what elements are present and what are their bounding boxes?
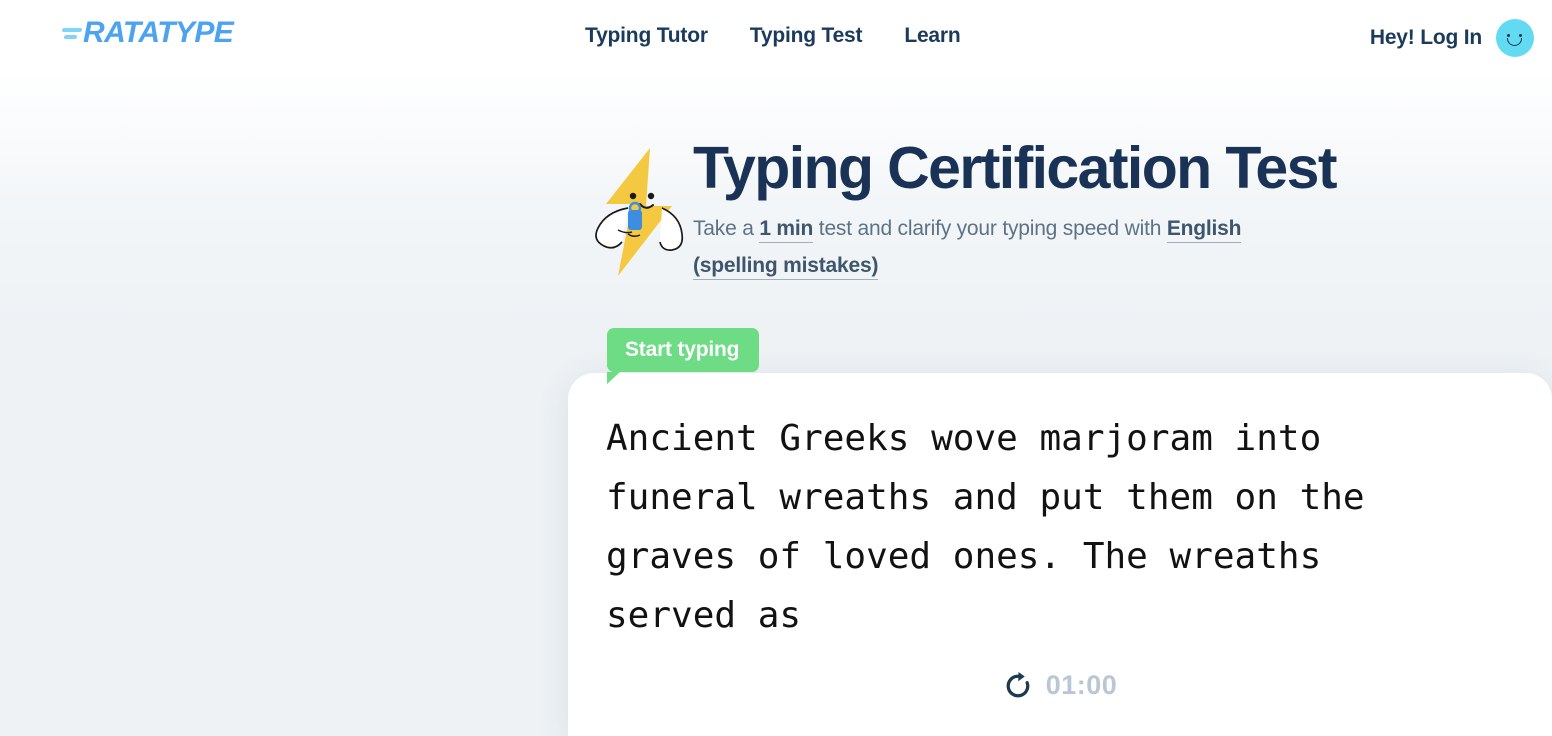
login-label: Hey! Log In [1369,26,1482,49]
account-login[interactable]: Hey! Log In [1370,19,1534,57]
subtitle-prefix: Take a [693,216,760,240]
nav-item-typing-test[interactable]: Typing Test [750,24,863,48]
avatar-smile [1507,38,1522,46]
logo-text: RATATYPE [83,16,234,49]
main-nav: Typing Tutor Typing Test Learn [585,24,961,48]
hero-text-block: Typing Certification Test Take a 1 min t… [693,136,1473,284]
avatar-eye-left [1507,34,1511,38]
nav-item-learn[interactable]: Learn [904,24,960,48]
nav-item-typing-tutor[interactable]: Typing Tutor [585,24,708,48]
typing-test-card[interactable]: Ancient Greeks wove marjoram into funera… [568,373,1552,736]
page-title: Typing Certification Test [693,135,1338,201]
hero-subtitle: Take a 1 min test and clarify your typin… [693,211,1293,285]
typing-test-text[interactable]: Ancient Greeks wove marjoram into funera… [606,409,1406,645]
logo-lines-icon [60,24,83,46]
timer-row: 01:00 [568,670,1552,701]
smiley-avatar-icon[interactable] [1496,19,1534,57]
avatar-eye-right [1519,34,1523,38]
start-typing-tooltip: Start typing [607,328,760,385]
page-root: RATATYPE Typing Tutor Typing Test Learn … [0,0,1552,736]
logo-ratatype[interactable]: RATATYPE [60,16,234,49]
test-duration-option[interactable]: 1 min [759,216,813,243]
subtitle-middle: test and clarify your typing speed with [813,216,1167,240]
timer-value: 01:00 [1045,670,1118,700]
site-header: RATATYPE Typing Tutor Typing Test Learn … [0,0,1552,76]
restart-icon[interactable] [1003,671,1033,701]
lightning-bolt-mascot-icon [595,148,684,276]
